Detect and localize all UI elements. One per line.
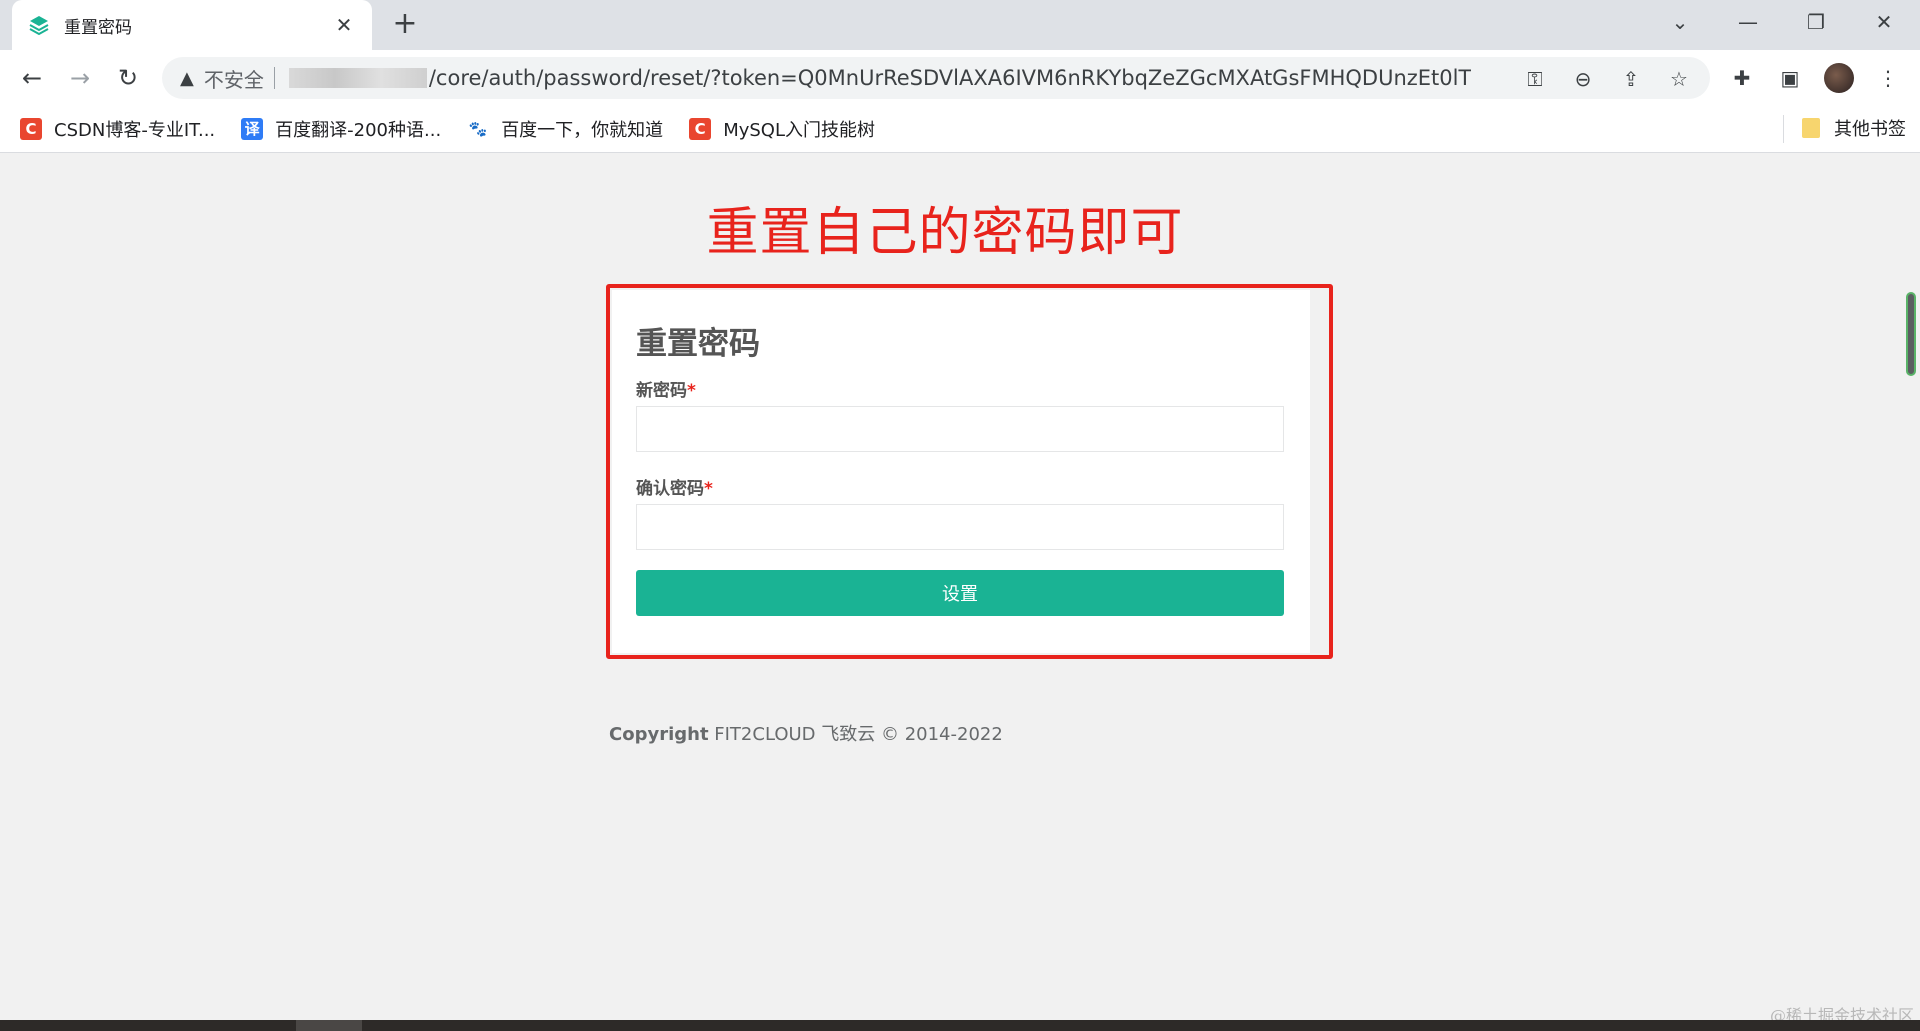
baidu-paw-icon: 🐾 bbox=[468, 119, 488, 138]
new-password-input[interactable] bbox=[636, 406, 1284, 452]
bookmark-label: 百度一下，你就知道 bbox=[501, 119, 664, 141]
bookmark-label: MySQL入门技能树 bbox=[723, 119, 875, 141]
csdn-icon: C bbox=[689, 117, 712, 140]
new-password-label: 新密码* bbox=[636, 376, 696, 401]
extensions-puzzle-icon[interactable]: ✚ bbox=[1726, 62, 1758, 94]
omnibox-separator bbox=[273, 67, 275, 89]
copyright-label: Copyright bbox=[609, 724, 709, 745]
csdn-icon: C bbox=[20, 117, 42, 140]
more-menu-icon[interactable]: ⋮ bbox=[1872, 62, 1904, 94]
confirm-password-label: 确认密码* bbox=[636, 474, 713, 499]
bookmark-item[interactable]: 译 百度翻译-200种语... bbox=[241, 116, 441, 142]
submit-button[interactable]: 设置 bbox=[636, 570, 1284, 616]
address-bar[interactable]: ▲ 不安全 /core/auth/password/reset/?token=Q… bbox=[162, 57, 1710, 99]
confirm-password-input[interactable] bbox=[636, 504, 1284, 550]
new-tab-button[interactable]: + bbox=[388, 8, 422, 42]
security-status[interactable]: 不安全 bbox=[204, 64, 264, 93]
profile-avatar[interactable] bbox=[1824, 63, 1854, 93]
annotation-text: 重置自己的密码即可 bbox=[706, 203, 1184, 263]
taskbar-item[interactable] bbox=[296, 1020, 362, 1031]
browser-tab[interactable]: 重置密码 ✕ bbox=[12, 0, 372, 50]
browser-toolbar: ← → ↻ ▲ 不安全 /core/auth/password/reset/?t… bbox=[0, 50, 1920, 105]
share-icon[interactable]: ⇪ bbox=[1618, 66, 1644, 92]
minimize-button[interactable]: — bbox=[1720, 0, 1776, 44]
copyright-text: FIT2CLOUD 飞致云 © 2014-2022 bbox=[708, 724, 1003, 745]
other-bookmarks[interactable]: 其他书签 bbox=[1802, 115, 1906, 141]
restore-button[interactable]: ❐ bbox=[1788, 0, 1844, 44]
bookmarks-divider bbox=[1783, 115, 1784, 143]
bookmark-label: CSDN博客-专业IT... bbox=[54, 119, 216, 141]
other-bookmarks-label: 其他书签 bbox=[1834, 119, 1906, 140]
warning-icon[interactable]: ▲ bbox=[180, 68, 194, 89]
url-text[interactable]: /core/auth/password/reset/?token=Q0MnUrR… bbox=[429, 66, 1471, 90]
tab-close-icon[interactable]: ✕ bbox=[332, 13, 356, 37]
required-mark: * bbox=[704, 479, 713, 499]
redacted-host bbox=[288, 68, 427, 88]
taskbar bbox=[0, 1020, 1920, 1031]
omnibox-actions: ⚿ ⊖ ⇪ ☆ bbox=[1522, 66, 1692, 92]
required-mark: * bbox=[687, 381, 696, 401]
side-panel-icon[interactable]: ▣ bbox=[1774, 62, 1806, 94]
reset-password-card: 重置密码 新密码* 确认密码* 设置 bbox=[612, 290, 1310, 653]
folder-icon bbox=[1802, 118, 1820, 138]
tab-strip: 重置密码 ✕ + ⌄ — ❐ ✕ bbox=[0, 0, 1920, 50]
bookmark-item[interactable]: C CSDN博客-专业IT... bbox=[20, 116, 215, 142]
form-title: 重置密码 bbox=[636, 326, 760, 362]
key-icon[interactable]: ⚿ bbox=[1522, 66, 1548, 92]
bookmark-item[interactable]: 🐾 百度一下，你就知道 bbox=[467, 116, 663, 142]
scrollbar-thumb[interactable] bbox=[1906, 292, 1916, 376]
forward-button[interactable]: → bbox=[64, 62, 96, 94]
zoom-out-icon[interactable]: ⊖ bbox=[1570, 66, 1596, 92]
tab-title: 重置密码 bbox=[64, 17, 132, 38]
bookmarks-bar: C CSDN博客-专业IT... 译 百度翻译-200种语... 🐾 百度一下，… bbox=[0, 105, 1920, 153]
tab-search-chevron-icon[interactable]: ⌄ bbox=[1652, 0, 1708, 44]
confirm-password-label-text: 确认密码 bbox=[636, 479, 704, 499]
close-window-button[interactable]: ✕ bbox=[1856, 0, 1912, 44]
new-password-label-text: 新密码 bbox=[636, 381, 687, 401]
bookmark-star-icon[interactable]: ☆ bbox=[1666, 66, 1692, 92]
reload-button[interactable]: ↻ bbox=[112, 62, 144, 94]
copyright-footer: Copyright FIT2CLOUD 飞致云 © 2014-2022 bbox=[609, 720, 1003, 746]
translate-icon: 译 bbox=[241, 117, 264, 140]
site-favicon-icon bbox=[29, 16, 49, 36]
bookmark-label: 百度翻译-200种语... bbox=[275, 119, 442, 141]
bookmark-item[interactable]: C MySQL入门技能树 bbox=[689, 116, 875, 142]
back-button[interactable]: ← bbox=[16, 62, 48, 94]
